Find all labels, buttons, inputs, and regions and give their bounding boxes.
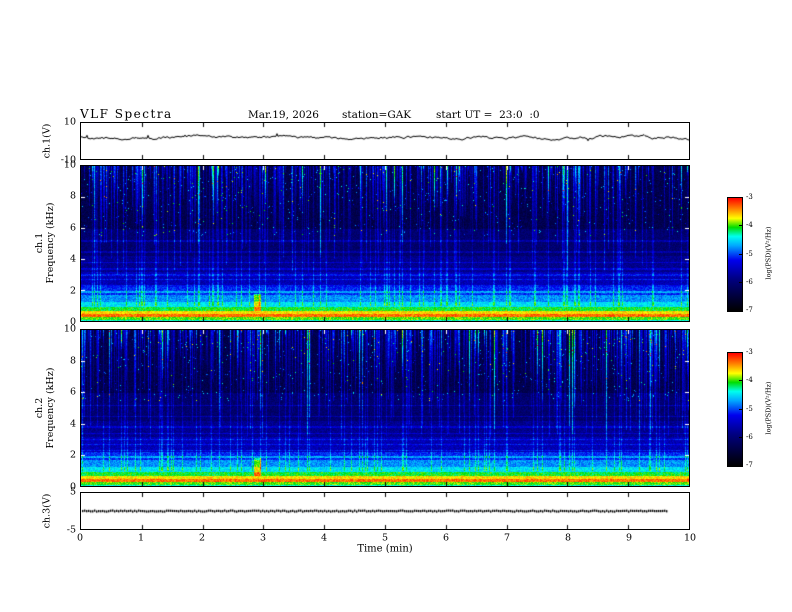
ch1-spectrogram-panel [80, 165, 690, 322]
colorbar-tick-label: -6 [746, 432, 753, 441]
ch2-frequency-unit-label: Frequency (kHz) [45, 367, 56, 449]
ch3v-y-tick-label: -5 [66, 524, 76, 536]
colorbar-tick-mark [739, 253, 742, 255]
ch2-spectrogram-canvas [81, 330, 689, 486]
colorbar-tick-label: -3 [746, 348, 753, 356]
ch3-voltage-axis-label: ch.3(V) [41, 493, 53, 529]
ch1-spectrogram-canvas [81, 166, 689, 321]
ch3-voltage-canvas [81, 493, 689, 529]
colorbar-tick-label: -7 [746, 461, 753, 469]
ch2f-y-tick-label: 4 [69, 418, 76, 430]
colorbar-tick-label: -5 [746, 249, 753, 258]
colorbar-tick-mark [739, 352, 742, 353]
ch1-frequency-axis-label: ch.1 Frequency (kHz) [34, 203, 56, 284]
colorbar-ch1-label: log(PSD)(V²/Hz) [764, 226, 773, 280]
ch1f-y-tick-label: 6 [69, 222, 76, 234]
ch2-spectrogram-panel [80, 329, 690, 487]
x-tick-label: 4 [320, 532, 328, 544]
colorbar-tick-mark [739, 408, 742, 410]
ch1-voltage-axis-label: ch.1(V) [41, 123, 53, 159]
x-tick-label: 1 [137, 532, 145, 544]
colorbar-ch2-label: log(PSD)(V²/Hz) [764, 381, 773, 435]
vlf-spectra-figure: VLF Spectra Mar.19, 2026 station=GAK sta… [0, 0, 792, 612]
x-tick-label: 3 [259, 532, 267, 544]
colorbar-ch2 [727, 352, 743, 467]
ch1f-y-tick-label: 2 [69, 285, 76, 297]
colorbar-tick-mark [739, 436, 742, 438]
ch1-channel-label: ch.1 [34, 232, 45, 254]
x-tick-label: 7 [503, 532, 511, 544]
colorbar-tick-mark [739, 225, 742, 227]
x-tick-label: 10 [683, 532, 697, 544]
x-tick-label: 0 [76, 532, 84, 544]
ch1-voltage-panel [80, 122, 690, 160]
colorbar-tick-mark [739, 197, 742, 198]
date-label: Mar.19, 2026 [248, 109, 319, 121]
ch1-voltage-canvas [81, 123, 689, 159]
colorbar-tick-label: -6 [746, 277, 753, 286]
colorbar-ch1 [727, 197, 743, 312]
ch3-voltage-panel [80, 492, 690, 530]
ch1v-y-tick-label: 10 [63, 116, 76, 128]
colorbar-tick-mark [739, 380, 742, 382]
colorbar-tick-label: -5 [746, 404, 753, 413]
colorbar-tick-mark [739, 281, 742, 283]
colorbar-tick-mark [739, 310, 742, 311]
ch1f-y-tick-label: 8 [69, 190, 76, 202]
ch2f-y-tick-label: 2 [69, 449, 76, 461]
ch2f-y-tick-label: 6 [69, 386, 76, 398]
x-tick-label: 6 [442, 532, 450, 544]
colorbar-tick-label: -4 [746, 221, 753, 230]
ch2-frequency-axis-label: ch.2 Frequency (kHz) [34, 368, 56, 449]
figure-title: VLF Spectra [80, 107, 173, 121]
ch2-channel-label: ch.2 [34, 397, 45, 419]
x-tick-label: 8 [564, 532, 572, 544]
colorbar-tick-label: -3 [746, 193, 753, 201]
ch3v-y-tick-label: 5 [69, 486, 76, 498]
time-axis-label: Time (min) [357, 543, 413, 555]
colorbar-tick-label: -4 [746, 376, 753, 385]
ch1f-y-tick-label: 4 [69, 253, 76, 265]
colorbar-tick-mark [739, 465, 742, 466]
x-tick-label: 9 [625, 532, 633, 544]
x-tick-label: 5 [381, 532, 389, 544]
x-tick-label: 2 [198, 532, 206, 544]
ch2f-y-tick-label: 8 [69, 355, 76, 367]
station-label: station=GAK [342, 109, 412, 121]
colorbar-tick-label: -7 [746, 306, 753, 314]
start-ut-label: start UT = 23:0 :0 [436, 109, 540, 121]
ch2f-y-tick-label: 10 [63, 323, 76, 335]
ch1-frequency-unit-label: Frequency (kHz) [45, 202, 56, 284]
ch1f-y-tick-label: 10 [63, 159, 76, 171]
